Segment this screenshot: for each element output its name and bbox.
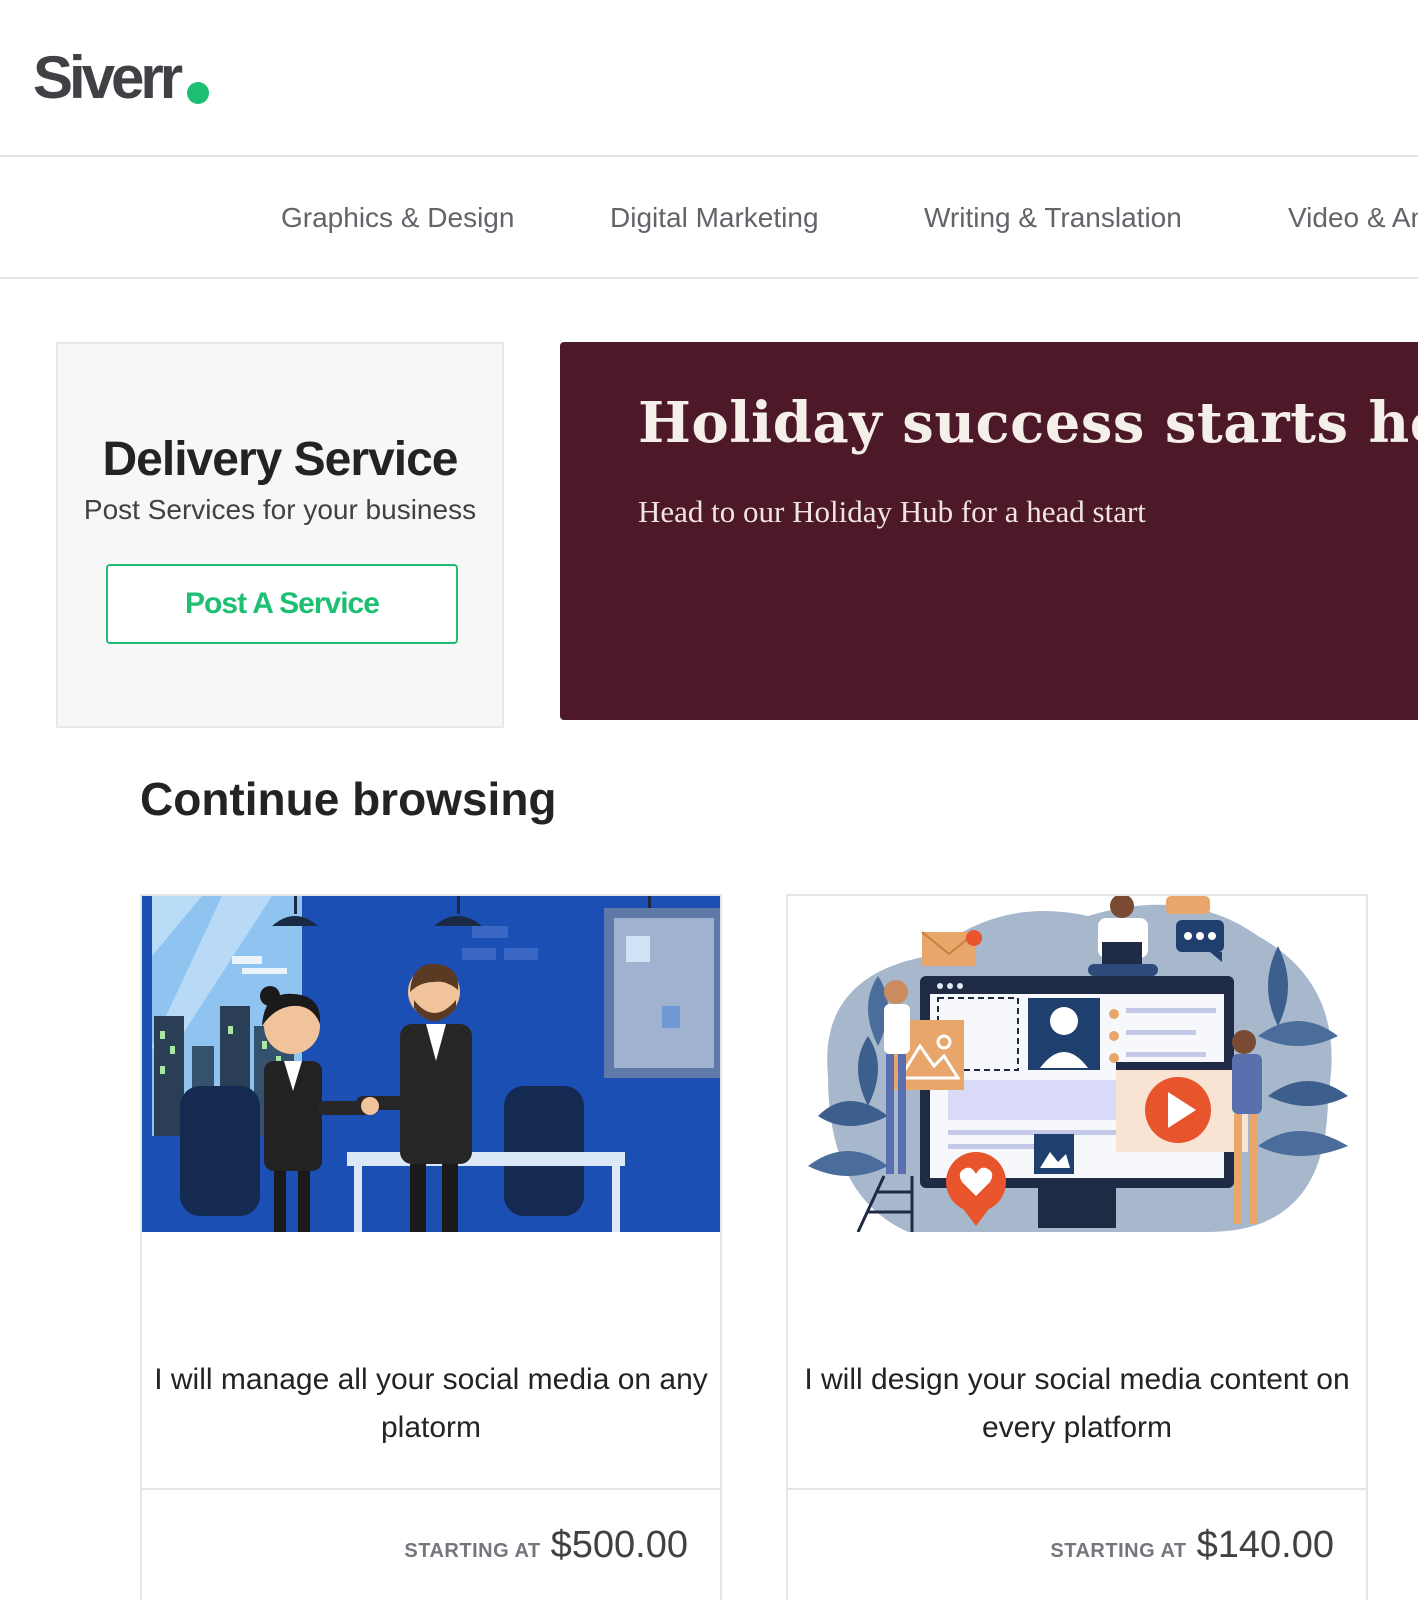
business-handshake-illustration-icon [142,896,720,1232]
gig-divider [788,1488,1366,1490]
category-writing-translation[interactable]: Writing & Translation [924,202,1182,234]
category-video-animation[interactable]: Video & Animation [1288,202,1418,234]
starting-at-label: STARTING AT [404,1540,541,1562]
gig-title[interactable]: I will design your social media content … [798,1356,1356,1452]
post-service-card: Delivery Service Post Services for your … [56,342,504,728]
site-header: Siverr [0,0,1418,157]
category-nav: Graphics & Design Digital Marketing Writ… [0,157,1418,279]
category-digital-marketing[interactable]: Digital Marketing [610,202,819,234]
continue-browsing-title: Continue browsing [140,773,557,825]
gig-title[interactable]: I will manage all your social media on a… [152,1356,710,1452]
logo-text: Siverr [33,44,183,111]
post-service-button[interactable]: Post A Service [106,564,458,644]
price-value: $140.00 [1196,1524,1334,1566]
banner-subtitle: Head to our Holiday Hub for a head start [638,494,1146,529]
gig-divider [142,1488,720,1490]
social-media-design-illustration-icon [788,896,1366,1232]
post-card-subtitle: Post Services for your business [83,494,477,525]
price-value: $500.00 [550,1524,688,1566]
holiday-banner[interactable]: Holiday success starts here Head to our … [560,342,1418,720]
gig-card[interactable]: I will design your social media content … [786,894,1368,1600]
banner-title: Holiday success starts here [638,390,1418,456]
category-graphics-design[interactable]: Graphics & Design [281,202,514,234]
gig-card[interactable]: I will manage all your social media on a… [140,894,722,1600]
logo[interactable]: Siverr [33,44,210,111]
starting-at-label: STARTING AT [1050,1540,1187,1562]
gig-price: STARTING AT $500.00 [404,1524,688,1567]
post-card-title: Delivery Service [102,433,459,486]
gig-price: STARTING AT $140.00 [1050,1524,1334,1567]
logo-dot-icon [187,82,210,104]
